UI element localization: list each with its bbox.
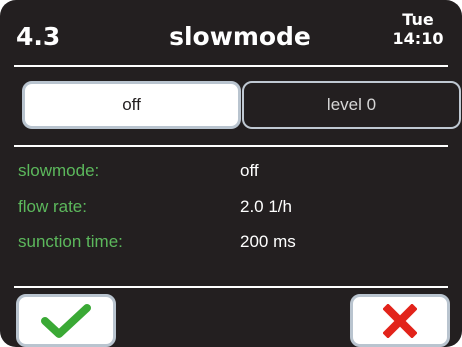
checkmark-icon xyxy=(41,303,91,339)
device-screen: 4.3 slowmode Tue 14:10 off level 0 slowm… xyxy=(0,0,462,347)
info-row-flow-rate: flow rate: 2.0 1/h xyxy=(18,197,438,221)
info-value: 200 ms xyxy=(240,232,296,251)
info-label: flow rate: xyxy=(18,197,87,216)
info-row-suction-time: sunction time: 200 ms xyxy=(18,232,438,256)
divider-bottom xyxy=(14,286,448,288)
info-label: slowmode: xyxy=(18,161,100,180)
day-label: Tue xyxy=(402,10,434,29)
time-label: 14:10 xyxy=(392,29,444,48)
info-label: sunction time: xyxy=(18,232,123,251)
menu-number: 4.3 xyxy=(16,22,61,51)
datetime: Tue 14:10 xyxy=(388,10,448,48)
option-level-0-label: level 0 xyxy=(326,95,377,114)
option-level-0-button[interactable]: level 0 xyxy=(242,81,461,129)
cross-icon xyxy=(383,303,417,338)
option-off-label: off xyxy=(122,95,141,114)
confirm-button[interactable] xyxy=(16,294,116,347)
info-row-slowmode: slowmode: off xyxy=(18,161,438,185)
divider-top xyxy=(14,65,448,67)
header-bar: 4.3 slowmode Tue 14:10 xyxy=(0,0,462,66)
page-title: slowmode xyxy=(169,22,311,51)
info-value: off xyxy=(240,161,259,180)
info-value: 2.0 1/h xyxy=(240,197,292,216)
cancel-button[interactable] xyxy=(350,294,450,347)
divider-middle xyxy=(14,145,448,147)
option-off-button[interactable]: off xyxy=(22,81,241,129)
